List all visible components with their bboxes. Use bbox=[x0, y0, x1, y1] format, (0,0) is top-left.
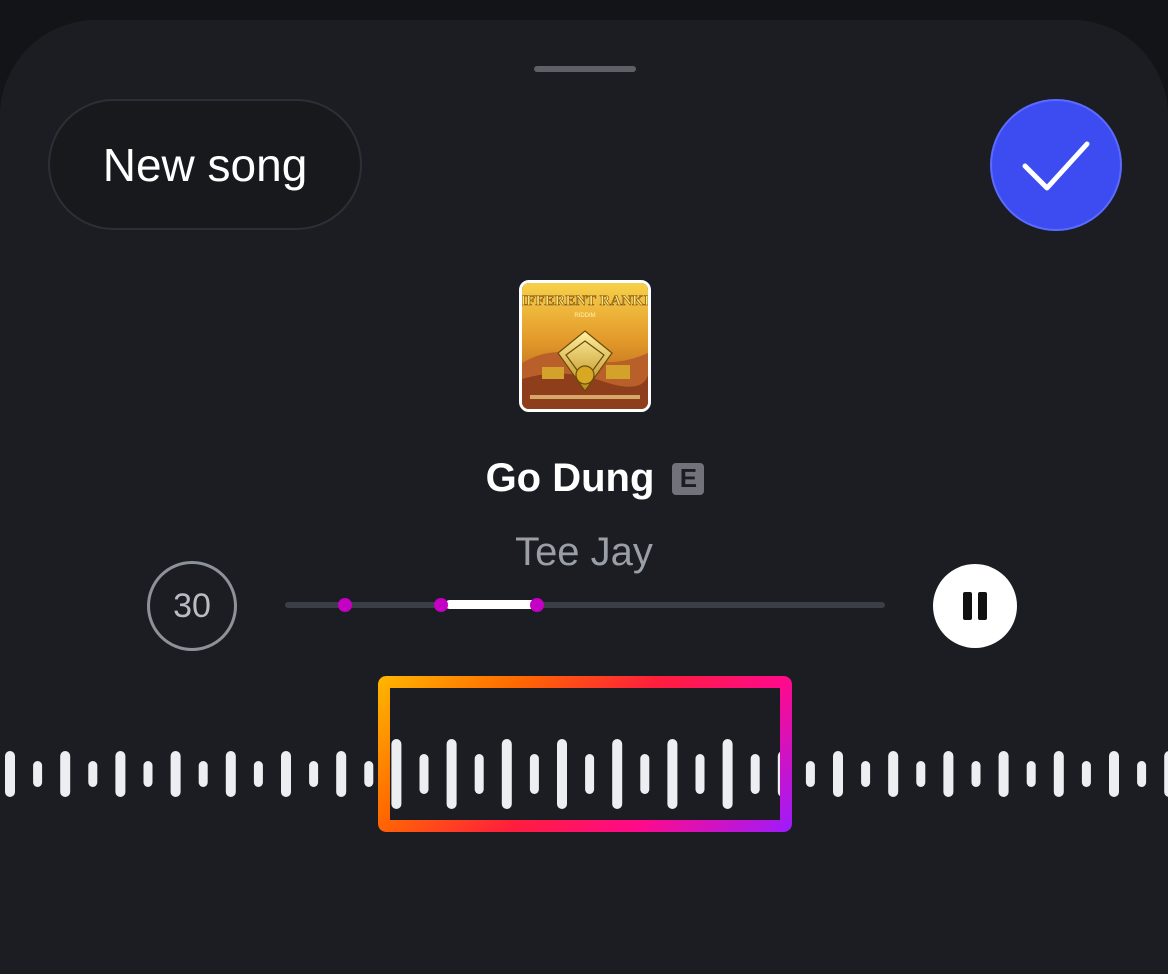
waveform-bar bbox=[364, 761, 374, 787]
waveform-bar bbox=[943, 751, 954, 797]
waveform-bar bbox=[1137, 761, 1147, 787]
clip-selector-frame[interactable] bbox=[378, 676, 792, 832]
waveform-bar bbox=[281, 751, 291, 797]
waveform-bar bbox=[1081, 761, 1091, 787]
waveform-bar bbox=[143, 761, 153, 787]
selected-range-fill bbox=[445, 600, 537, 609]
song-title-row: Go Dung E bbox=[0, 456, 1168, 501]
waveform-bar bbox=[805, 761, 815, 787]
waveform-bar bbox=[998, 751, 1009, 797]
marker-dot bbox=[338, 598, 352, 612]
waveform-bar bbox=[309, 761, 319, 787]
waveform-bar bbox=[888, 751, 899, 797]
duration-label: 30 bbox=[173, 586, 211, 625]
range-start-dot[interactable] bbox=[434, 598, 448, 612]
drag-handle[interactable] bbox=[534, 66, 636, 72]
song-title: Go Dung bbox=[485, 456, 655, 500]
new-song-label: New song bbox=[102, 138, 308, 191]
waveform-bar bbox=[60, 751, 71, 797]
waveform-bar bbox=[88, 761, 98, 787]
pause-button[interactable] bbox=[933, 564, 1017, 648]
duration-button[interactable]: 30 bbox=[147, 561, 237, 651]
waveform-bar bbox=[833, 751, 843, 797]
done-button[interactable] bbox=[990, 99, 1122, 231]
waveform-bar bbox=[336, 751, 347, 797]
waveform-bar bbox=[916, 761, 926, 787]
album-cover: DIFFERENT RANKIN RIDDIM bbox=[519, 280, 651, 412]
checkmark-icon bbox=[1022, 141, 1090, 191]
waveform-bar bbox=[1026, 761, 1036, 787]
pause-icon bbox=[960, 592, 990, 620]
waveform-bar bbox=[861, 761, 871, 787]
waveform-bar bbox=[33, 761, 43, 787]
cover-art-title: DIFFERENT RANKIN bbox=[522, 293, 648, 309]
new-song-button[interactable]: New song bbox=[48, 99, 362, 230]
waveform-bar bbox=[1164, 751, 1168, 797]
explicit-badge: E bbox=[672, 462, 705, 495]
waveform-bar bbox=[115, 751, 126, 797]
cover-art-sub: RIDDIM bbox=[574, 313, 595, 319]
song-progress-track[interactable] bbox=[285, 598, 885, 612]
waveform-bar bbox=[5, 751, 15, 797]
waveform-bar bbox=[253, 761, 263, 787]
waveform-bar bbox=[170, 751, 181, 797]
waveform-bar bbox=[1053, 751, 1064, 797]
waveform-bar bbox=[1109, 751, 1119, 797]
waveform-bar bbox=[971, 761, 981, 787]
waveform-bar bbox=[198, 761, 208, 787]
waveform-bar bbox=[225, 751, 236, 797]
range-end-dot[interactable] bbox=[530, 598, 544, 612]
